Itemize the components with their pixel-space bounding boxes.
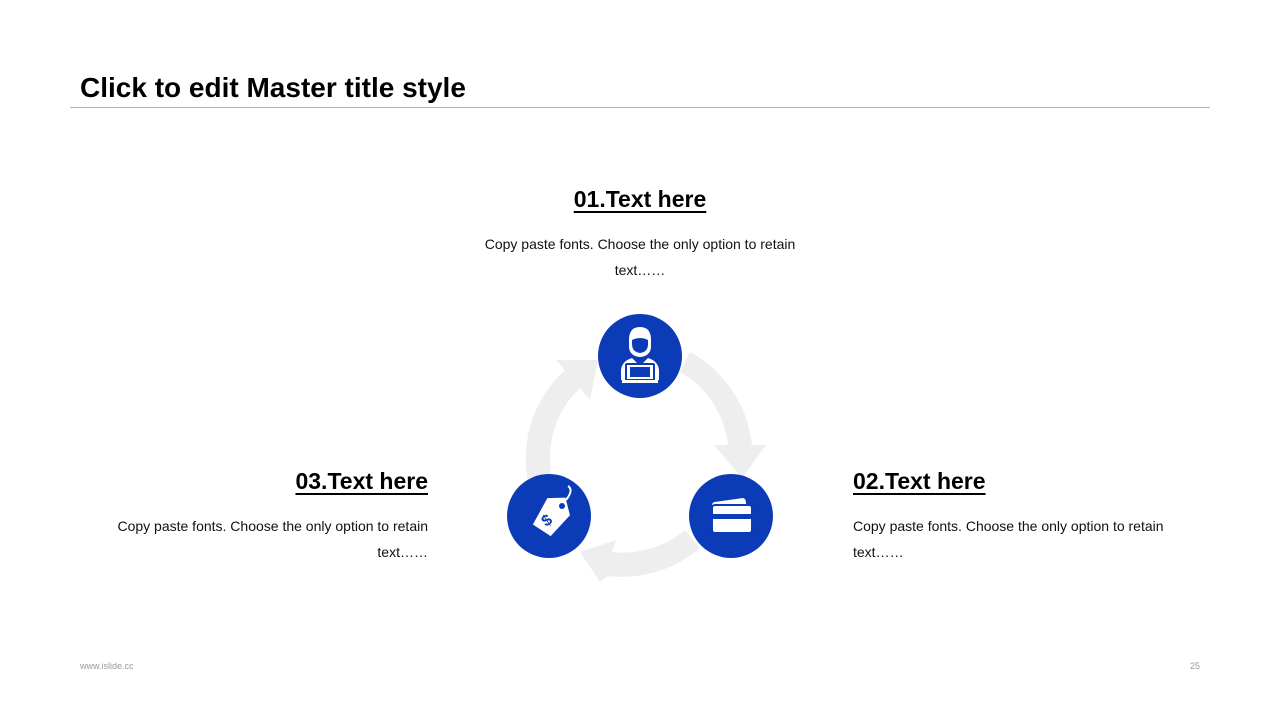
cycle-arrow-3 <box>525 360 598 482</box>
slide: Click to edit Master title style 01.Text… <box>0 0 1280 720</box>
footer-url: www.islide.cc <box>80 661 134 671</box>
block-heading-03[interactable]: 03.Text here <box>88 466 428 496</box>
block-body-01[interactable]: Copy paste fonts. Choose the only option… <box>470 231 810 283</box>
text-block-03: 03.Text here Copy paste fonts. Choose th… <box>88 466 428 565</box>
page-number: 25 <box>1189 661 1200 671</box>
cycle-arrow-1 <box>680 352 766 478</box>
circle-node-02[interactable] <box>689 474 773 558</box>
block-body-02[interactable]: Copy paste fonts. Choose the only option… <box>853 513 1193 565</box>
cycle-diagram: $ <box>507 314 773 582</box>
circle-node-03[interactable]: $ <box>507 474 591 558</box>
slide-title[interactable]: Click to edit Master title style <box>80 70 466 106</box>
credit-card-icon <box>711 498 753 534</box>
block-heading-02[interactable]: 02.Text here <box>853 466 1193 496</box>
circle-node-01[interactable] <box>598 314 682 398</box>
text-block-01: 01.Text here Copy paste fonts. Choose th… <box>470 184 810 283</box>
cycle-arrow-2 <box>580 530 700 582</box>
title-divider <box>70 107 1210 108</box>
block-body-03[interactable]: Copy paste fonts. Choose the only option… <box>88 513 428 565</box>
block-heading-01[interactable]: 01.Text here <box>470 184 810 214</box>
text-block-02: 02.Text here Copy paste fonts. Choose th… <box>853 466 1193 565</box>
